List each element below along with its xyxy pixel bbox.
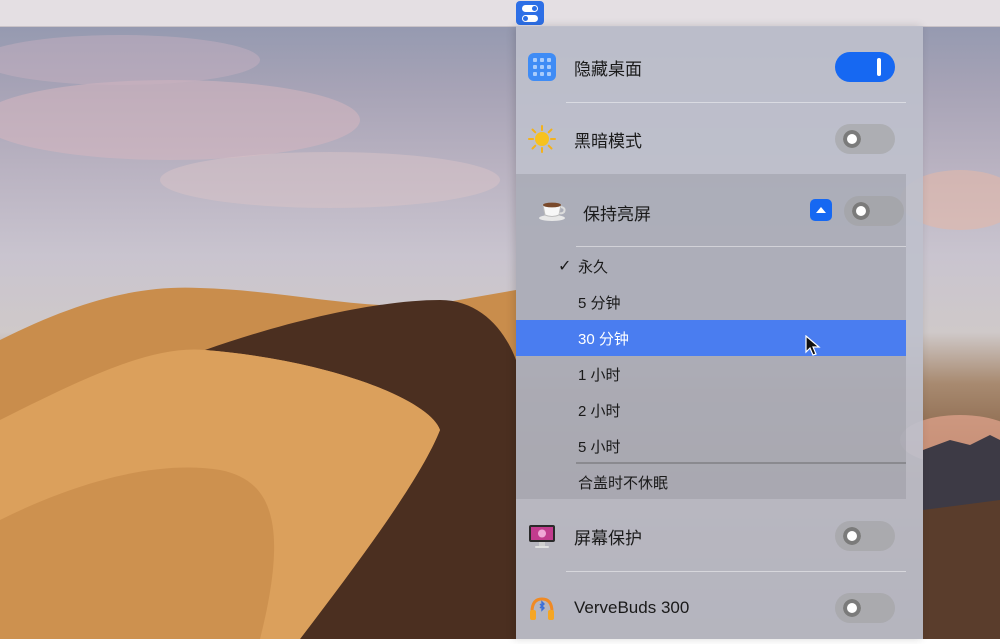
option-label: 永久 bbox=[578, 258, 609, 276]
chevron-up-icon[interactable] bbox=[810, 199, 832, 221]
mini-toggle-off-icon bbox=[522, 14, 538, 22]
sun-icon bbox=[528, 125, 556, 153]
headphones-icon bbox=[528, 594, 556, 622]
headphones-toggle[interactable] bbox=[835, 593, 895, 623]
duration-option-highlighted[interactable]: 30 分钟 bbox=[516, 320, 906, 356]
dark-mode-toggle[interactable] bbox=[835, 124, 895, 154]
keep-awake-submenu: 保持亮屏 ✓ 永久 5 分钟 30 分钟 1 小时 2 小时 5 小时 合盖时不… bbox=[516, 174, 906, 499]
option-label: 1 小时 bbox=[578, 366, 621, 384]
lid-closed-option[interactable]: 合盖时不休眠 bbox=[516, 464, 906, 500]
row-label: 隐藏桌面 bbox=[574, 59, 642, 79]
hide-desktop-toggle[interactable] bbox=[835, 52, 895, 82]
toggle-knob bbox=[852, 202, 870, 220]
duration-option[interactable]: ✓ 永久 bbox=[516, 248, 906, 284]
keep-awake-label: 保持亮屏 bbox=[583, 205, 651, 224]
toggles-panel: 隐藏桌面 黑暗模式 保持亮屏 ✓ 永久 5 分钟 30 分钟 1 小时 2 小时… bbox=[516, 26, 923, 639]
row-hide-desktop[interactable]: 隐藏桌面 bbox=[516, 31, 923, 103]
option-label: 5 分钟 bbox=[578, 294, 621, 312]
row-dark-mode[interactable]: 黑暗模式 bbox=[516, 103, 923, 175]
row-headphones[interactable]: VerveBuds 300 bbox=[516, 572, 923, 644]
duration-option[interactable]: 1 小时 bbox=[516, 356, 906, 392]
duration-option[interactable]: 5 小时 bbox=[516, 428, 906, 464]
option-label: 5 小时 bbox=[578, 438, 621, 456]
option-label: 2 小时 bbox=[578, 402, 621, 420]
row-label: VerveBuds 300 bbox=[574, 598, 690, 617]
row-screen-saver[interactable]: 屏幕保护 bbox=[516, 500, 923, 572]
option-label: 30 分钟 bbox=[578, 330, 629, 348]
divider bbox=[576, 246, 906, 247]
row-label: 黑暗模式 bbox=[574, 131, 642, 151]
mouse-cursor-icon bbox=[805, 334, 821, 362]
menu-bar bbox=[0, 0, 1000, 27]
toggle-knob bbox=[843, 599, 861, 617]
monitor-icon bbox=[528, 522, 556, 550]
grid-icon bbox=[528, 53, 556, 81]
toggle-knob bbox=[877, 58, 881, 76]
coffee-cup-icon bbox=[538, 196, 566, 224]
checkmark-icon: ✓ bbox=[558, 258, 572, 275]
toggle-knob bbox=[843, 527, 861, 545]
row-label: 屏幕保护 bbox=[574, 528, 642, 548]
toggle-switches-icon[interactable] bbox=[516, 1, 544, 25]
mini-toggle-on-icon bbox=[522, 4, 538, 12]
keep-awake-header[interactable]: 保持亮屏 bbox=[516, 174, 906, 246]
duration-option[interactable]: 2 小时 bbox=[516, 392, 906, 428]
option-label: 合盖时不休眠 bbox=[578, 474, 669, 492]
screen-saver-toggle[interactable] bbox=[835, 521, 895, 551]
toggle-knob bbox=[843, 130, 861, 148]
duration-option[interactable]: 5 分钟 bbox=[516, 284, 906, 320]
keep-awake-toggle[interactable] bbox=[844, 196, 904, 226]
